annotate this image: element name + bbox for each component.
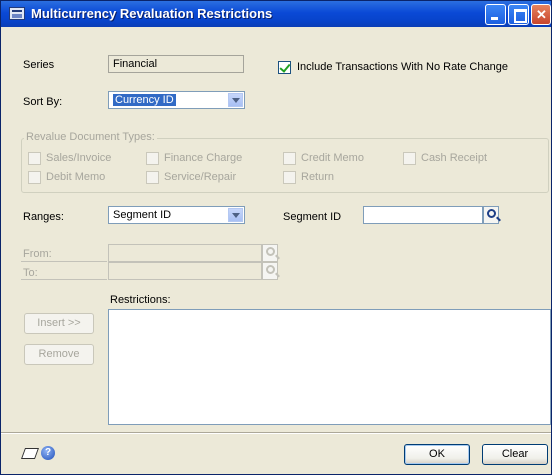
credit-memo-label: Credit Memo (301, 152, 364, 164)
window-icon (9, 7, 25, 20)
series-field: Financial (108, 55, 244, 73)
footer-divider (1, 432, 551, 434)
title-bar[interactable]: Multicurrency Revaluation Restrictions ✕ (1, 1, 551, 27)
ranges-label: Ranges: (23, 211, 64, 223)
remove-button[interactable]: Remove (24, 344, 94, 365)
ranges-value: Segment ID (113, 209, 172, 221)
include-no-rate-change-label: Include Transactions With No Rate Change (297, 61, 508, 73)
help-icon[interactable]: ? (41, 446, 55, 460)
insert-button-label: Insert >> (37, 317, 81, 329)
series-label: Series (23, 59, 55, 71)
to-label: To: (23, 267, 38, 279)
maximize-button[interactable] (508, 4, 529, 25)
cash-receipt-label: Cash Receipt (421, 152, 488, 164)
service-repair-label: Service/Repair (164, 171, 237, 183)
segment-id-label: Segment ID (283, 211, 342, 223)
ranges-select[interactable]: Segment ID (108, 206, 245, 224)
finance-charge-checkbox[interactable] (146, 152, 159, 165)
close-button[interactable]: ✕ (531, 4, 551, 25)
from-lookup-button[interactable] (262, 244, 278, 262)
dialog-window: Multicurrency Revaluation Restrictions ✕… (0, 0, 552, 475)
cash-receipt-checkbox[interactable] (403, 152, 416, 165)
return-label: Return (301, 171, 335, 183)
from-label: From: (23, 248, 52, 260)
from-underline (21, 261, 107, 262)
ok-button[interactable]: OK (404, 444, 470, 465)
restrictions-label: Restrictions: (110, 294, 171, 306)
segment-id-input[interactable] (363, 206, 483, 224)
restrictions-list[interactable] (108, 309, 551, 425)
to-input[interactable] (108, 262, 262, 280)
revalue-doc-types-group (21, 138, 549, 193)
minimize-icon (486, 5, 505, 24)
clear-button[interactable]: Clear (482, 444, 548, 465)
lookup-icon (266, 265, 275, 274)
sort-by-label: Sort By: (23, 96, 63, 108)
sort-by-value: Currency ID (113, 94, 176, 106)
clear-button-label: Clear (501, 448, 529, 460)
credit-memo-checkbox[interactable] (283, 152, 296, 165)
remove-button-label: Remove (38, 348, 80, 360)
close-icon: ✕ (536, 7, 547, 22)
lookup-icon (266, 247, 275, 256)
dropdown-arrow-icon[interactable] (228, 93, 243, 107)
window-title: Multicurrency Revaluation Restrictions (31, 6, 273, 21)
insert-button[interactable]: Insert >> (24, 313, 94, 334)
revalue-doc-types-title: Revalue Document Types: (24, 131, 157, 143)
sales-invoice-checkbox[interactable] (28, 152, 41, 165)
minimize-button[interactable] (485, 4, 506, 25)
debit-memo-checkbox[interactable] (28, 171, 41, 184)
dropdown-arrow-icon[interactable] (228, 208, 243, 222)
service-repair-checkbox[interactable] (146, 171, 159, 184)
sort-by-select[interactable]: Currency ID (108, 91, 245, 109)
from-input[interactable] (108, 244, 262, 262)
lookup-icon (487, 209, 496, 218)
to-underline (21, 279, 107, 280)
segment-id-lookup-button[interactable] (483, 206, 499, 224)
debit-memo-label: Debit Memo (46, 171, 106, 183)
return-checkbox[interactable] (283, 171, 296, 184)
include-no-rate-change-checkbox[interactable] (278, 61, 291, 74)
maximize-icon (509, 5, 528, 24)
ok-button-label: OK (429, 448, 445, 460)
note-icon[interactable] (20, 448, 40, 459)
to-lookup-button[interactable] (262, 262, 278, 280)
finance-charge-label: Finance Charge (164, 152, 243, 164)
sales-invoice-label: Sales/Invoice (46, 152, 112, 164)
